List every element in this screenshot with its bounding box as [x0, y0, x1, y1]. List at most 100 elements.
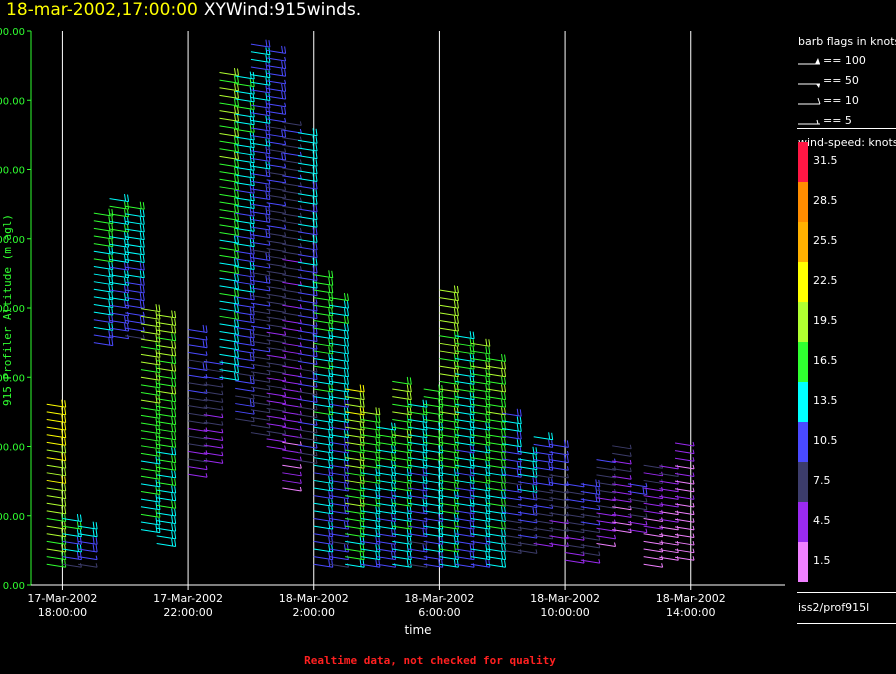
wind-barb-flag [234, 365, 236, 373]
wind-barb-flag [79, 522, 82, 530]
wind-barb-flag [343, 346, 346, 354]
wind-barb-flag [111, 285, 114, 293]
wind-barb-flag [76, 529, 79, 537]
wind-barb-flag [469, 422, 472, 430]
wind-barb-flag [548, 462, 551, 470]
wind-barb-flag [409, 476, 412, 484]
wind-barb-flag [501, 559, 504, 567]
wind-barb-flag [516, 416, 519, 424]
wind-barb-flag [453, 544, 456, 552]
wind-barb-flag [174, 364, 177, 372]
wind-barb-flag [346, 438, 349, 446]
wind-barb-flag [174, 371, 177, 379]
wind-barb-flag [456, 522, 459, 530]
wind-barb-flag [422, 483, 425, 491]
wind-barb-flag [406, 498, 409, 506]
wind-barb-flag [425, 415, 428, 423]
wind-barb-flag [328, 521, 331, 529]
wind-barb-flag [111, 269, 114, 278]
wind-barb-flag [362, 552, 365, 560]
wind-barb-flag [425, 506, 428, 514]
wind-barb-flag [139, 293, 142, 301]
wind-barb-flag [139, 262, 142, 270]
wind-barb-flag [453, 331, 456, 339]
wind-barb-flag [95, 537, 98, 545]
wind-barb-flag [359, 437, 362, 445]
wind-barb-flag [362, 499, 365, 507]
wind-barb-flag [124, 239, 127, 247]
wind-barb-flag [174, 531, 177, 539]
wind-barb-flag [362, 461, 365, 469]
wind-barb-flag [441, 529, 444, 537]
barb-flag-10-icon [798, 97, 821, 105]
wind-barb-flag [485, 399, 488, 407]
wind-barb-flag [453, 376, 456, 384]
wind-barb-flag [331, 324, 334, 332]
wind-barb-flag [456, 400, 459, 408]
wind-barb-flag [127, 240, 130, 248]
wind-barb-flag [359, 460, 362, 468]
wind-barb-flag [328, 277, 331, 285]
legend-panel: barb flags in knots == 100 == 50 == 10 =… [793, 30, 896, 624]
wind-barb-flag [108, 277, 111, 285]
wind-barb-flag [532, 454, 535, 462]
wind-barb-flag [234, 281, 236, 289]
wind-barb-flag [378, 522, 381, 530]
wind-barb-flag [406, 392, 409, 400]
wind-barb-flag [237, 213, 239, 221]
x-tick-label: 17-Mar-2002 [153, 592, 223, 605]
wind-barb-flag [469, 437, 472, 445]
wind-barb-flag [124, 201, 127, 209]
wind-barb-flag [551, 432, 554, 440]
wind-barb-flag [456, 552, 459, 560]
wind-barb-flag [315, 250, 318, 258]
wind-barb-flag [488, 354, 491, 362]
wind-barb-flag [142, 255, 145, 263]
wind-barb-flag [359, 430, 362, 438]
wind-barb-flag [343, 422, 346, 430]
wind-barb-flag [234, 121, 236, 129]
wind-barb-flag [124, 270, 127, 278]
wind-barb-flag [171, 317, 174, 326]
wind-barb-flag [64, 400, 67, 408]
wind-barb-flag [453, 536, 456, 544]
wind-barb-flag [343, 498, 346, 506]
wind-barb-flag [488, 522, 491, 530]
wind-barb-flag [64, 468, 67, 476]
wind-barb-flag [174, 394, 177, 402]
wind-barb-flag [359, 513, 362, 522]
wind-barb-flag [453, 491, 456, 499]
wind-barb-flag [441, 438, 444, 446]
wind-barb-flag [359, 407, 362, 415]
wind-barb-flag [409, 423, 412, 431]
wind-barb-flag [171, 470, 174, 478]
wind-barb-flag [331, 499, 334, 507]
wind-barb-flag [124, 247, 127, 255]
wind-barb-flag [456, 537, 459, 545]
wind-barb-flag [362, 537, 365, 545]
wind-barb-flag [378, 423, 381, 431]
wind-barb-flag [469, 529, 472, 537]
wind-barb-flag [456, 377, 459, 385]
wind-barb-flag [453, 407, 456, 415]
wind-barb-flag [237, 159, 239, 168]
wind-barb-flag [422, 521, 425, 529]
wind-barb-flag [92, 536, 95, 544]
wind-barb-flag [441, 407, 444, 415]
wind-barb-flag [108, 307, 111, 315]
wind-barb-flag [328, 513, 331, 522]
wind-barb-flag [359, 544, 362, 552]
wind-barb-flag [516, 439, 519, 447]
wind-barb-flag [108, 269, 111, 277]
wind-barb-flag [171, 500, 174, 508]
wind-barb-flag [441, 560, 444, 568]
wind-barb-flag [535, 462, 538, 470]
wind-barb-flag [409, 407, 412, 415]
wind-barb-flag [485, 430, 488, 438]
wind-barb-flag [234, 304, 236, 312]
wind-barb-flag [516, 462, 519, 470]
wind-barb-flag [237, 68, 239, 76]
wind-barb-flag [171, 508, 174, 516]
wind-barb-flag [485, 453, 488, 461]
wind-barb-flag [315, 189, 318, 197]
